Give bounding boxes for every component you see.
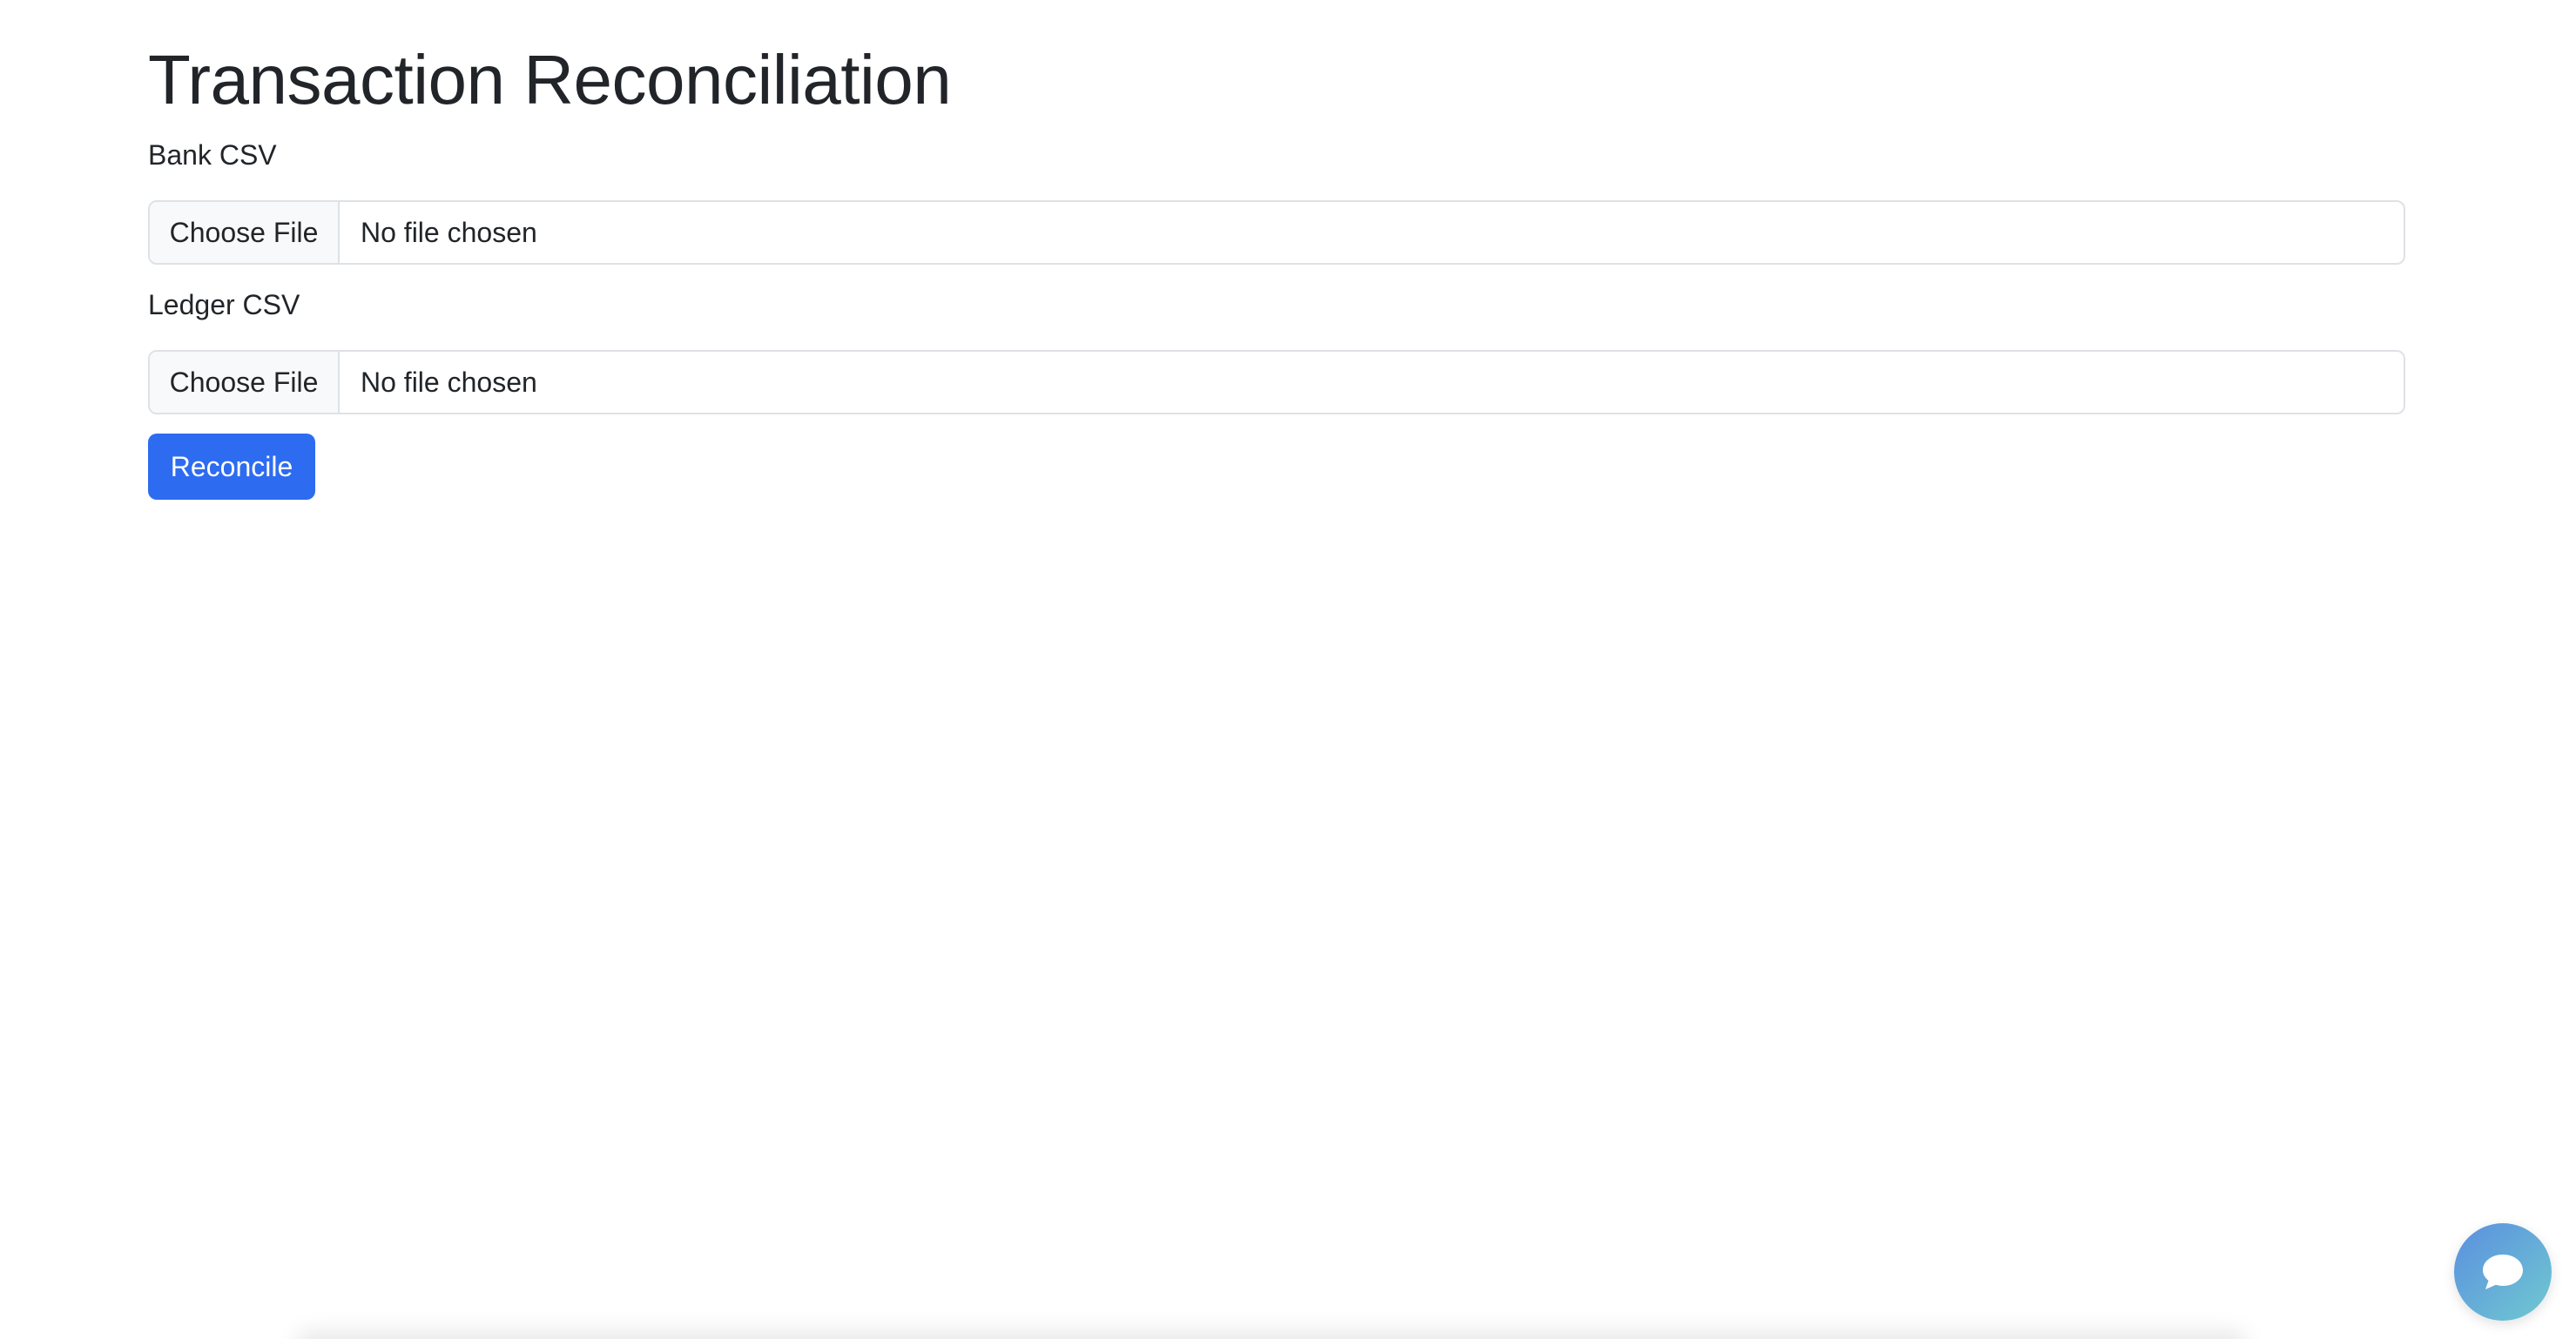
ledger-csv-label: Ledger CSV xyxy=(148,289,300,320)
ledger-csv-file-input[interactable]: Choose File No file chosen xyxy=(148,350,2405,414)
bank-csv-label: Bank CSV xyxy=(148,139,277,171)
reconcile-button[interactable]: Reconcile xyxy=(148,434,315,500)
page: Transaction Reconciliation Bank CSV Choo… xyxy=(0,0,2576,1339)
chat-launcher-button[interactable] xyxy=(2454,1223,2552,1321)
page-title: Transaction Reconciliation xyxy=(148,41,952,118)
chat-bubble-icon xyxy=(2480,1251,2525,1293)
ledger-choose-file-button[interactable]: Choose File xyxy=(150,352,340,413)
bank-csv-file-input[interactable]: Choose File No file chosen xyxy=(148,200,2405,265)
ledger-file-status: No file chosen xyxy=(361,366,537,398)
bank-file-status: No file chosen xyxy=(361,216,537,248)
bank-choose-file-button[interactable]: Choose File xyxy=(150,202,340,263)
